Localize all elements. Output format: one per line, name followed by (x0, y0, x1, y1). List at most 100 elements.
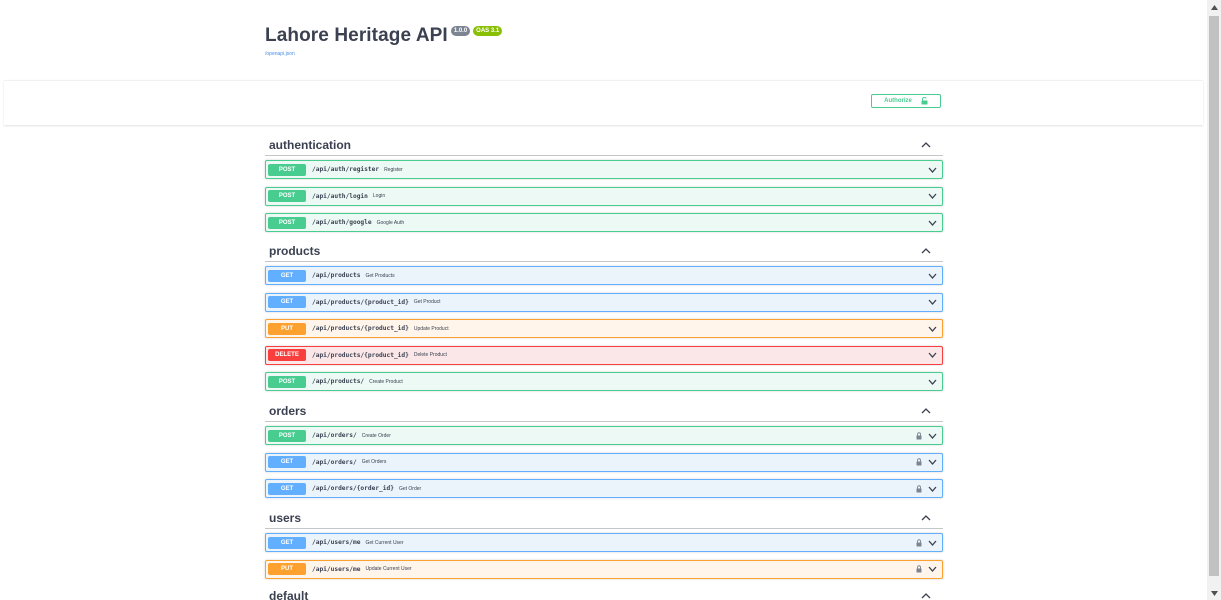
endpoint-summary: Get Current User (365, 539, 404, 546)
method-badge: POST (268, 216, 306, 229)
tag-header[interactable]: orders (265, 400, 943, 422)
endpoint-path[interactable]: /api/products/{product_id} (312, 325, 409, 332)
endpoint-summary: Create Order (361, 432, 391, 439)
lock-icon[interactable] (916, 485, 922, 493)
operation-controls (928, 161, 937, 178)
endpoint-path[interactable]: /api/orders/{order_id} (312, 485, 394, 492)
tag-name: default (269, 588, 309, 600)
method-badge: POST (268, 375, 306, 388)
endpoint-summary: Get Product (413, 299, 441, 306)
lock-icon[interactable] (916, 458, 922, 466)
authorize-button[interactable]: Authorize (871, 94, 941, 108)
endpoint-path[interactable]: /api/orders/ (312, 432, 357, 439)
operation-row[interactable]: POST/api/products/Create Product (265, 372, 943, 392)
scheme-container (4, 80, 1203, 125)
endpoint-path[interactable]: /api/products/{product_id} (312, 352, 409, 359)
tag-header[interactable]: authentication (265, 134, 943, 156)
operation-row[interactable]: POST/api/orders/Create Order (265, 426, 943, 445)
endpoint-summary: Get Orders (361, 459, 387, 466)
expand-arrow-icon (928, 193, 937, 200)
tag-name: products (269, 243, 321, 258)
endpoint-summary: Google Auth (376, 219, 405, 226)
collapse-arrow-icon (921, 141, 931, 147)
method-badge: PUT (268, 322, 306, 335)
operation-row[interactable]: POST/api/auth/login Login (265, 186, 943, 206)
operation-row[interactable]: GET/api/orders/Get Orders (265, 452, 943, 472)
operation-row[interactable]: GET/api/products Get Products (265, 266, 943, 285)
vertical-scrollbar[interactable] (1207, 0, 1221, 600)
endpoint-path[interactable]: /api/auth/google (312, 219, 372, 226)
tag-section-products: products GET/api/products Get Products GET /… (265, 240, 943, 399)
expand-arrow-icon (928, 379, 937, 385)
method-badge: POST (268, 163, 306, 176)
endpoint-path[interactable]: /api/products (312, 272, 360, 279)
oas-badge: OAS 3.1 (473, 26, 503, 36)
endpoint-path[interactable]: /api/orders/ (312, 459, 357, 466)
endpoint-path[interactable]: /api/users/me (312, 539, 360, 546)
api-info: Lahore Heritage API 1.0.0 OAS 3.1 /opena… (265, 24, 503, 57)
tag-header[interactable]: products (265, 240, 943, 262)
operation-row[interactable]: POST/api/auth/register Register (265, 160, 943, 179)
method-badge: DELETE (268, 349, 306, 362)
method-badge: PUT (268, 563, 306, 576)
tag-section-users: users GET/api/users/me Get Current User PUT… (265, 507, 943, 586)
tag-header[interactable]: users (265, 507, 943, 529)
collapse-arrow-icon (921, 592, 931, 598)
tag-section-authentication: authentication POST/api/auth/register Regi… (265, 134, 943, 240)
operation-controls (916, 454, 937, 471)
endpoint-path[interactable]: /api/products/ (312, 378, 364, 385)
expand-arrow-icon (928, 220, 937, 226)
scroll-up-arrow-icon[interactable] (1207, 0, 1221, 14)
operation-row[interactable]: GET/api/orders/{order_id} Get Order (265, 479, 943, 499)
operation-controls (916, 561, 937, 578)
endpoint-path[interactable]: /api/auth/register (312, 166, 379, 173)
scroll-down-arrow-icon[interactable] (1207, 586, 1221, 600)
endpoint-summary: Create Product (369, 378, 403, 385)
operation-controls (928, 214, 937, 231)
method-badge: GET (268, 296, 306, 309)
operations: POST/api/orders/Create Order GET/api/orde… (265, 426, 943, 499)
operation-row[interactable]: GET/api/products/{product_id} Get Product (265, 292, 943, 312)
operations: POST/api/auth/register Register POST/api/a… (265, 160, 943, 233)
operation-row[interactable]: PUT/api/users/me Update Current User (265, 559, 943, 579)
operation-row[interactable]: DELETE/api/products/{product_id} Delete P… (265, 345, 943, 365)
endpoint-path[interactable]: /api/products/{product_id} (312, 299, 409, 306)
operation-controls (916, 427, 937, 444)
operations: GET/api/users/me Get Current User PUT/api/… (265, 533, 943, 579)
authorize-label: Authorize (884, 98, 912, 104)
operation-controls (928, 188, 937, 205)
endpoint-summary: Update Current User (365, 566, 412, 573)
method-badge: GET (268, 482, 306, 495)
endpoint-summary: Register (384, 166, 403, 173)
method-badge: GET (268, 269, 306, 282)
method-badge: POST (268, 429, 306, 442)
operation-controls (928, 320, 937, 337)
expand-arrow-icon (928, 566, 937, 573)
operation-row[interactable]: PUT/api/products/{product_id} Update Prod… (265, 319, 943, 339)
tag-header[interactable]: default (265, 585, 943, 600)
expand-arrow-icon (928, 352, 937, 359)
lock-icon[interactable] (916, 538, 922, 547)
operation-row[interactable]: GET/api/users/me Get Current User (265, 533, 943, 552)
tag-section-default: default (265, 585, 943, 600)
endpoint-summary: Get Order (398, 485, 422, 492)
tag-name: users (269, 510, 302, 525)
unlock-icon (921, 97, 928, 105)
endpoint-path[interactable]: /api/users/me (312, 566, 360, 573)
operation-controls (928, 294, 937, 311)
endpoint-summary: Delete Product (413, 352, 447, 359)
operation-row[interactable]: POST/api/auth/google Google Auth (265, 213, 943, 233)
method-badge: GET (268, 456, 306, 469)
expand-arrow-icon (928, 299, 937, 306)
lock-icon[interactable] (916, 565, 922, 573)
operation-controls (928, 347, 937, 364)
expand-arrow-icon (928, 433, 937, 439)
lock-icon[interactable] (916, 431, 922, 440)
swagger-page: Lahore Heritage API 1.0.0 OAS 3.1 /opena… (0, 0, 1207, 600)
operation-controls (916, 480, 937, 497)
operation-controls (916, 534, 937, 551)
collapse-arrow-icon (921, 407, 931, 413)
openapi-spec-link[interactable]: /openapi.json (265, 51, 502, 57)
endpoint-path[interactable]: /api/auth/login (312, 193, 368, 200)
scrollbar-thumb[interactable] (1209, 16, 1219, 576)
